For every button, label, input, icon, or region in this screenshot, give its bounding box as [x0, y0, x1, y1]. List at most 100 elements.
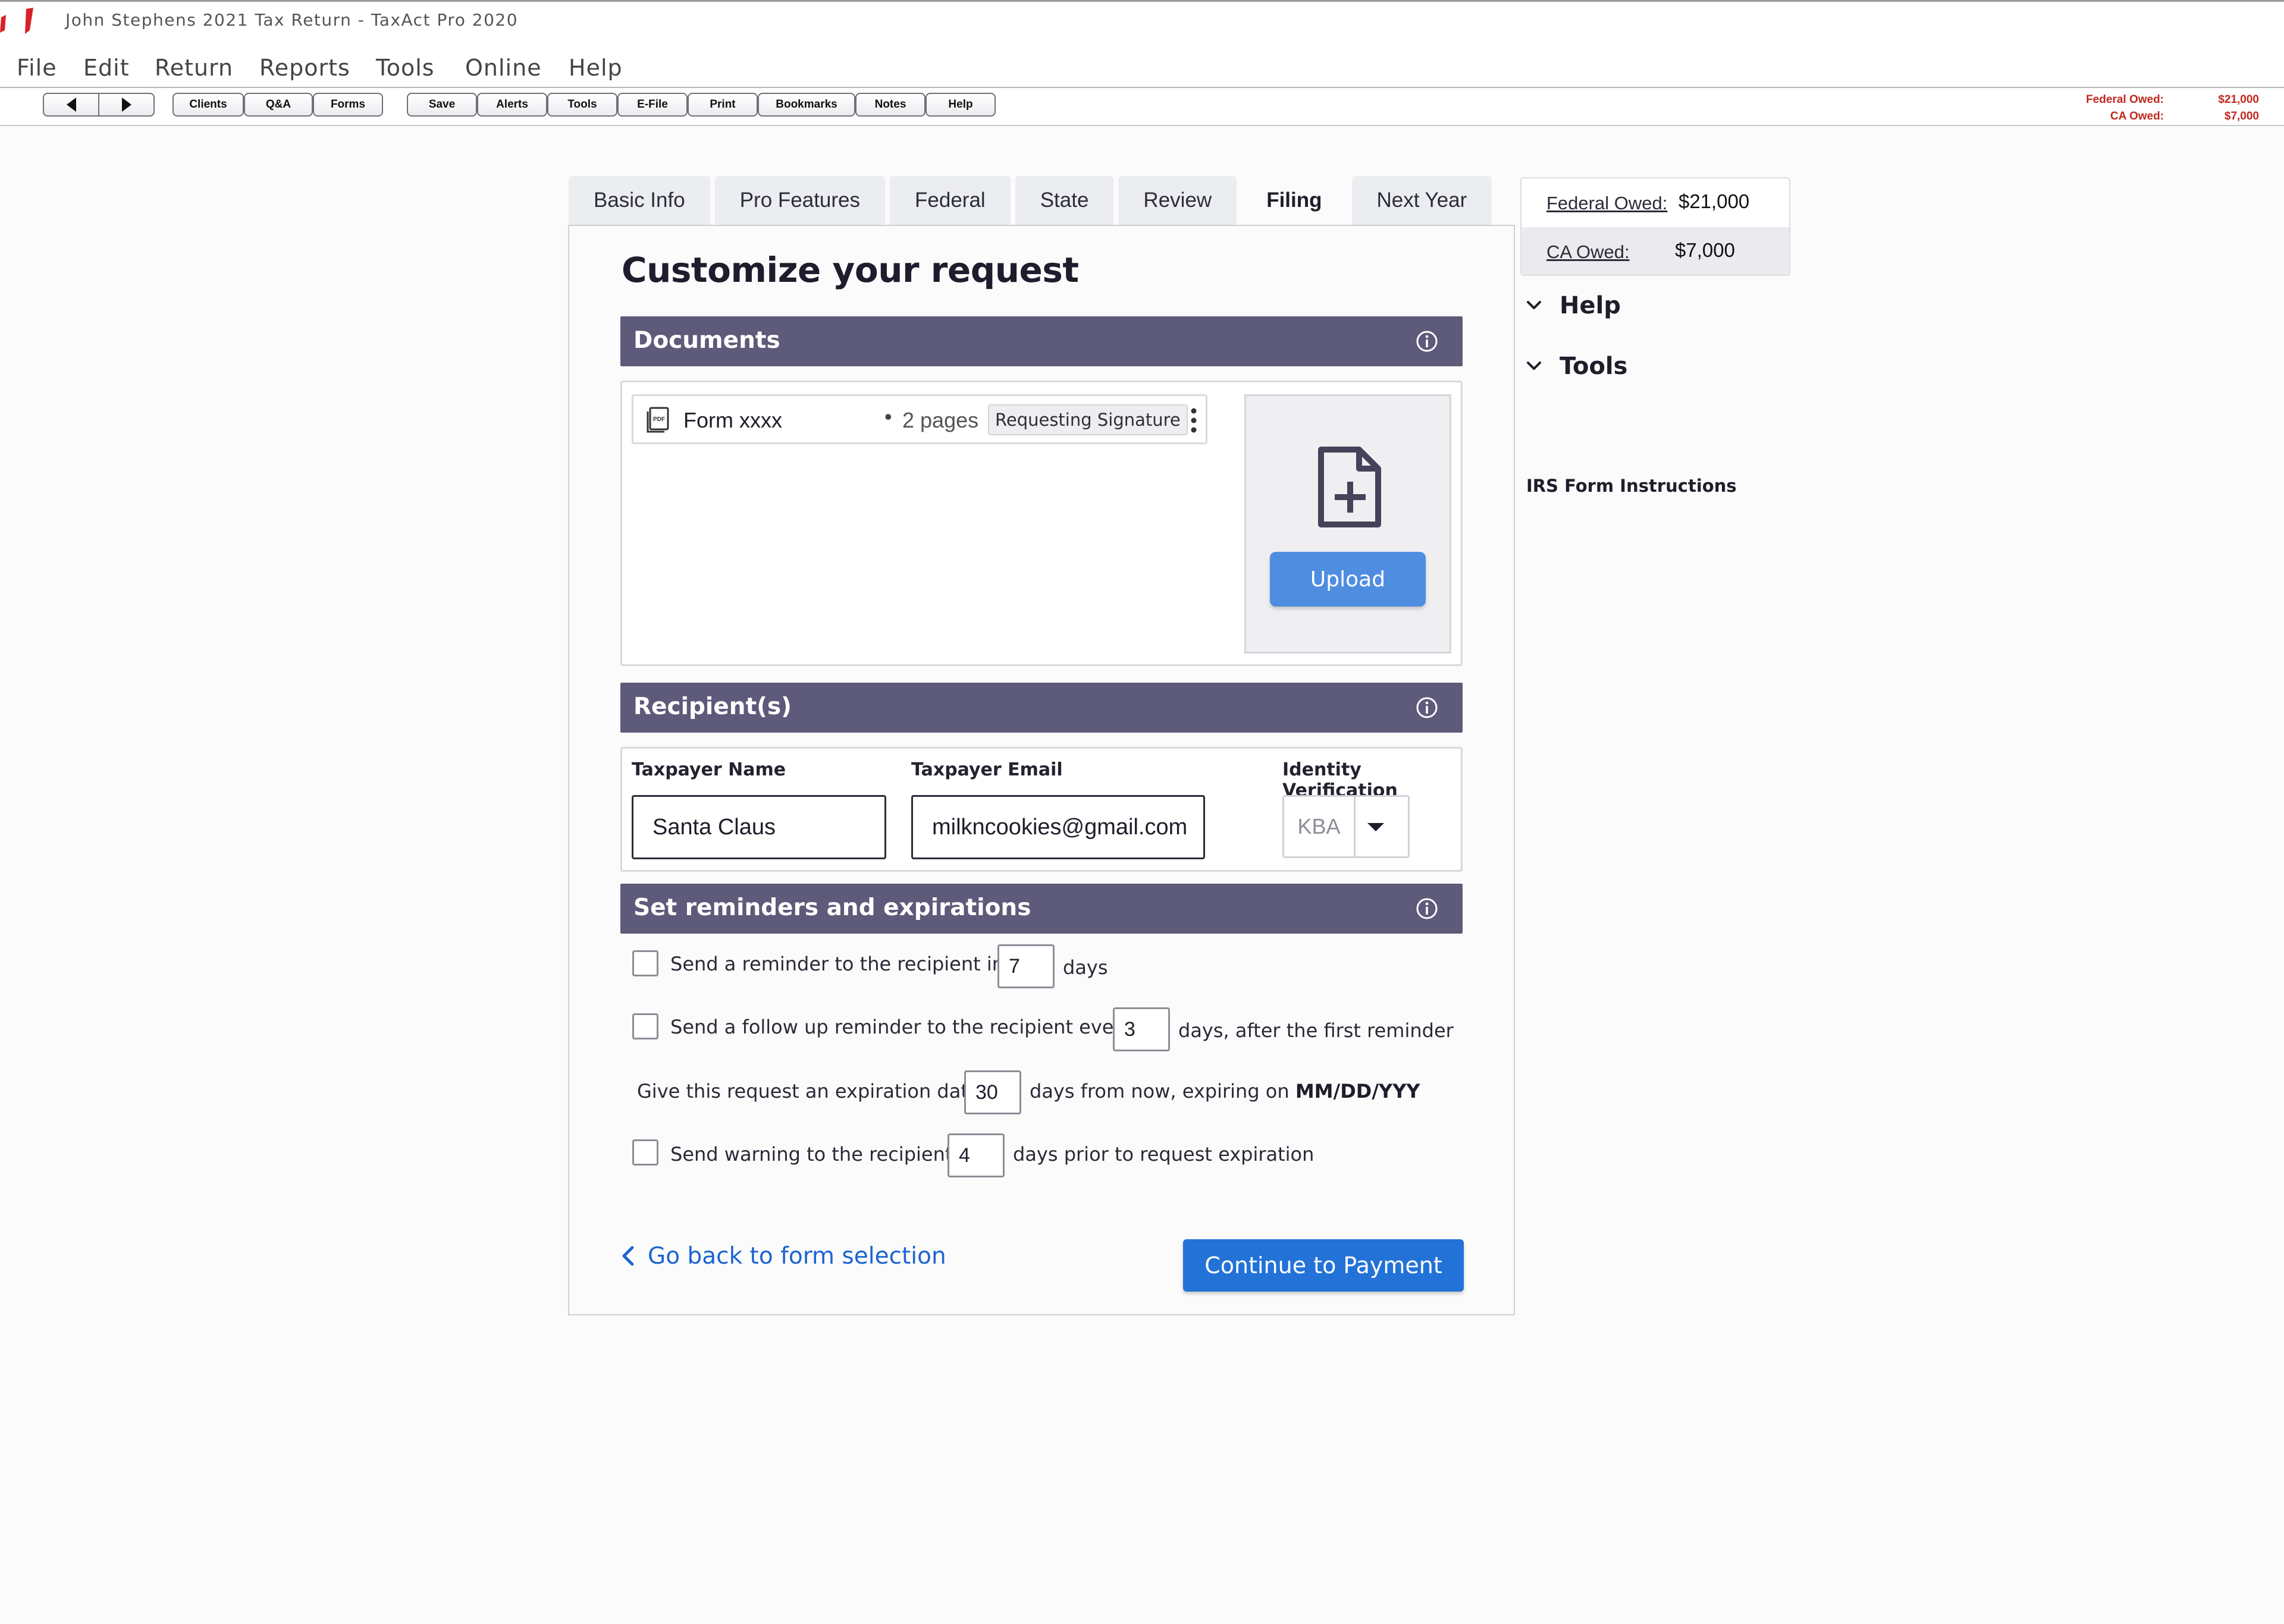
identity-verification-value: KBA: [1284, 797, 1356, 856]
info-icon[interactable]: [1415, 696, 1439, 720]
status-badge: Requesting Signature: [988, 404, 1188, 435]
tab-state[interactable]: State: [1015, 176, 1114, 225]
menu-tools[interactable]: Tools: [376, 55, 435, 81]
recipients-title: Recipient(s): [633, 693, 792, 720]
tools-section-toggle[interactable]: Tools: [1526, 348, 1627, 384]
history-nav: [43, 93, 155, 117]
federal-owed-value: $21,000: [2218, 93, 2259, 106]
caret-down-icon: [1367, 823, 1384, 831]
ca-owed-value: $7,000: [2224, 110, 2259, 122]
federal-owed-row: Federal Owed: $21,000: [1521, 178, 1789, 227]
notes-button[interactable]: Notes: [855, 93, 925, 117]
chevron-down-icon: [1527, 362, 1541, 370]
menu-online[interactable]: Online: [465, 55, 542, 81]
followup-text: Send a follow up reminder to the recipie…: [670, 1016, 1133, 1038]
clients-button[interactable]: Clients: [172, 93, 244, 117]
menu-edit[interactable]: Edit: [83, 55, 130, 81]
taxpayer-email-input[interactable]: milkncookies@gmail.com: [911, 795, 1205, 859]
document-name: Form xxxx: [683, 408, 782, 432]
menu-reports[interactable]: Reports: [259, 55, 350, 81]
pdf-file-icon: PDF: [647, 407, 669, 433]
print-button[interactable]: Print: [688, 93, 758, 117]
chevron-down-icon: [1527, 301, 1541, 309]
expiration-row: Give this request an expiration date 30 …: [632, 1070, 1465, 1116]
upload-button[interactable]: Upload: [1270, 552, 1426, 607]
tab-bar: Basic Info Pro Features Federal State Re…: [569, 176, 1496, 225]
tab-review[interactable]: Review: [1118, 176, 1237, 225]
help-button[interactable]: Help: [925, 93, 996, 117]
help-section-toggle[interactable]: Help: [1526, 288, 1621, 323]
expiration-unit: days from now, expiring on: [1030, 1080, 1290, 1102]
warning-checkbox[interactable]: [632, 1139, 658, 1166]
expiration-text: Give this request an expiration date: [637, 1080, 980, 1102]
back-to-form-selection-link[interactable]: Go back to form selection: [619, 1238, 946, 1274]
documents-header: Documents: [620, 316, 1463, 366]
help-section-label: Help: [1560, 292, 1621, 319]
expiration-days-input[interactable]: 30: [964, 1070, 1021, 1114]
back-arrow-icon[interactable]: [44, 94, 99, 115]
followup-row: Send a follow up reminder to the recipie…: [632, 1007, 1465, 1053]
federal-owed-link[interactable]: Federal Owed:: [1546, 193, 1667, 214]
toolbar: Clients Q&A Forms Save Alerts Tools E-Fi…: [0, 87, 2284, 126]
save-button[interactable]: Save: [407, 93, 477, 117]
forms-button[interactable]: Forms: [313, 93, 383, 117]
chevron-left-icon: [622, 1246, 634, 1266]
warning-row: Send warning to the recipient 4 days pri…: [632, 1133, 1465, 1179]
svg-text:PDF: PDF: [653, 416, 665, 423]
federal-owed-amount: $21,000: [1679, 190, 1750, 212]
followup-days-input[interactable]: 3: [1113, 1007, 1170, 1051]
taxpayer-name-input[interactable]: Santa Claus: [632, 795, 886, 859]
alerts-button[interactable]: Alerts: [477, 93, 547, 117]
bookmarks-button[interactable]: Bookmarks: [758, 93, 855, 117]
identity-verification-select[interactable]: KBA: [1282, 795, 1410, 858]
tab-federal[interactable]: Federal: [890, 176, 1011, 225]
taxpayer-email-label: Taxpayer Email: [911, 759, 1063, 780]
menu-help[interactable]: Help: [569, 55, 623, 81]
qa-button[interactable]: Q&A: [244, 93, 313, 117]
taxpayer-name-label: Taxpayer Name: [632, 759, 786, 780]
efile-button[interactable]: E-File: [617, 93, 688, 117]
documents-title: Documents: [633, 327, 780, 354]
reminders-header: Set reminders and expirations: [620, 884, 1463, 934]
upload-dropzone[interactable]: Upload: [1244, 394, 1451, 654]
followup-checkbox[interactable]: [632, 1013, 658, 1039]
tab-next-year[interactable]: Next Year: [1351, 176, 1492, 225]
reminder-row: Send a reminder to the recipient in 7 da…: [632, 944, 1465, 990]
ca-owed-amount: $7,000: [1675, 239, 1735, 261]
info-icon[interactable]: [1415, 897, 1439, 921]
reminders-title: Set reminders and expirations: [633, 894, 1031, 921]
owed-card: Federal Owed: $21,000 CA Owed: $7,000: [1520, 177, 1790, 276]
warning-text: Send warning to the recipient: [670, 1143, 953, 1166]
ca-owed-row: CA Owed: $7,000: [1521, 227, 1789, 275]
warning-days-input[interactable]: 4: [948, 1133, 1005, 1177]
menu-return[interactable]: Return: [155, 55, 233, 81]
warning-unit: days prior to request expiration: [1013, 1143, 1314, 1166]
expiration-date: MM/DD/YYY: [1295, 1080, 1420, 1102]
tools-section-label: Tools: [1560, 353, 1628, 380]
reminder-days-input[interactable]: 7: [997, 944, 1055, 988]
document-item[interactable]: PDF Form xxxx • 2 pages Requesting Signa…: [632, 394, 1207, 444]
tools-button[interactable]: Tools: [547, 93, 617, 117]
back-link-label: Go back to form selection: [648, 1242, 946, 1270]
info-icon[interactable]: [1415, 329, 1439, 353]
continue-to-payment-button[interactable]: Continue to Payment: [1183, 1239, 1464, 1292]
window-title: John Stephens 2021 Tax Return - TaxAct P…: [65, 10, 519, 30]
taxact-logo-icon: [0, 8, 33, 34]
reminder-checkbox[interactable]: [632, 950, 658, 976]
bullet-separator: •: [884, 404, 892, 429]
tab-filing[interactable]: Filing: [1241, 176, 1347, 225]
owed-summary: Federal Owed: $21,000 CA Owed: $7,000: [2081, 92, 2259, 125]
add-file-icon: [1318, 447, 1381, 527]
tab-basic-info[interactable]: Basic Info: [569, 176, 710, 225]
federal-owed-label: Federal Owed:: [2086, 93, 2164, 106]
recipients-header: Recipient(s): [620, 683, 1463, 733]
irs-form-instructions-link[interactable]: IRS Form Instructions: [1526, 476, 1737, 496]
ca-owed-link[interactable]: CA Owed:: [1546, 241, 1630, 263]
menu-file[interactable]: File: [17, 55, 57, 81]
menu-bar: File Edit Return Reports Tools Online He…: [0, 48, 2284, 87]
title-bar: John Stephens 2021 Tax Return - TaxAct P…: [0, 0, 2284, 49]
forward-arrow-icon[interactable]: [99, 94, 153, 115]
tab-pro-features[interactable]: Pro Features: [714, 176, 886, 225]
more-options-icon[interactable]: [1189, 407, 1199, 434]
reminder-text: Send a reminder to the recipient in: [670, 953, 1005, 975]
